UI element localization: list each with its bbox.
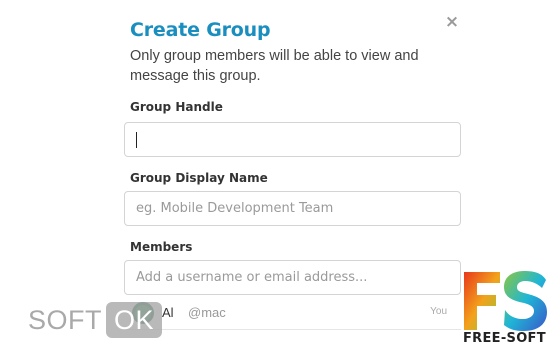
member-list-item[interactable]: Al @mac You bbox=[124, 296, 461, 330]
dialog-subtitle: Only group members will be able to view … bbox=[130, 48, 419, 84]
members-search-placeholder: Add a username or email address... bbox=[136, 270, 368, 285]
group-handle-label: Group Handle bbox=[130, 100, 223, 114]
member-you-tag: You bbox=[430, 306, 447, 317]
group-display-name-placeholder: eg. Mobile Development Team bbox=[136, 201, 334, 216]
member-handle: @mac bbox=[188, 305, 226, 320]
free-soft-watermark-text: FREE-SOFT bbox=[463, 331, 546, 346]
dialog-title: Create Group bbox=[130, 19, 271, 41]
member-name: Al bbox=[162, 305, 174, 320]
group-handle-input[interactable] bbox=[124, 122, 461, 157]
free-soft-logo-icon bbox=[464, 271, 547, 331]
members-search-input[interactable]: Add a username or email address... bbox=[124, 260, 461, 295]
softok-watermark-badge: OK bbox=[106, 302, 163, 338]
close-icon[interactable]: × bbox=[444, 13, 460, 31]
members-label: Members bbox=[130, 240, 193, 254]
softok-watermark-text: SOFT bbox=[28, 305, 102, 335]
softok-watermark: SOFT OK bbox=[28, 302, 163, 338]
group-display-name-input[interactable]: eg. Mobile Development Team bbox=[124, 191, 461, 226]
group-display-name-label: Group Display Name bbox=[130, 171, 268, 185]
text-caret bbox=[136, 132, 137, 148]
